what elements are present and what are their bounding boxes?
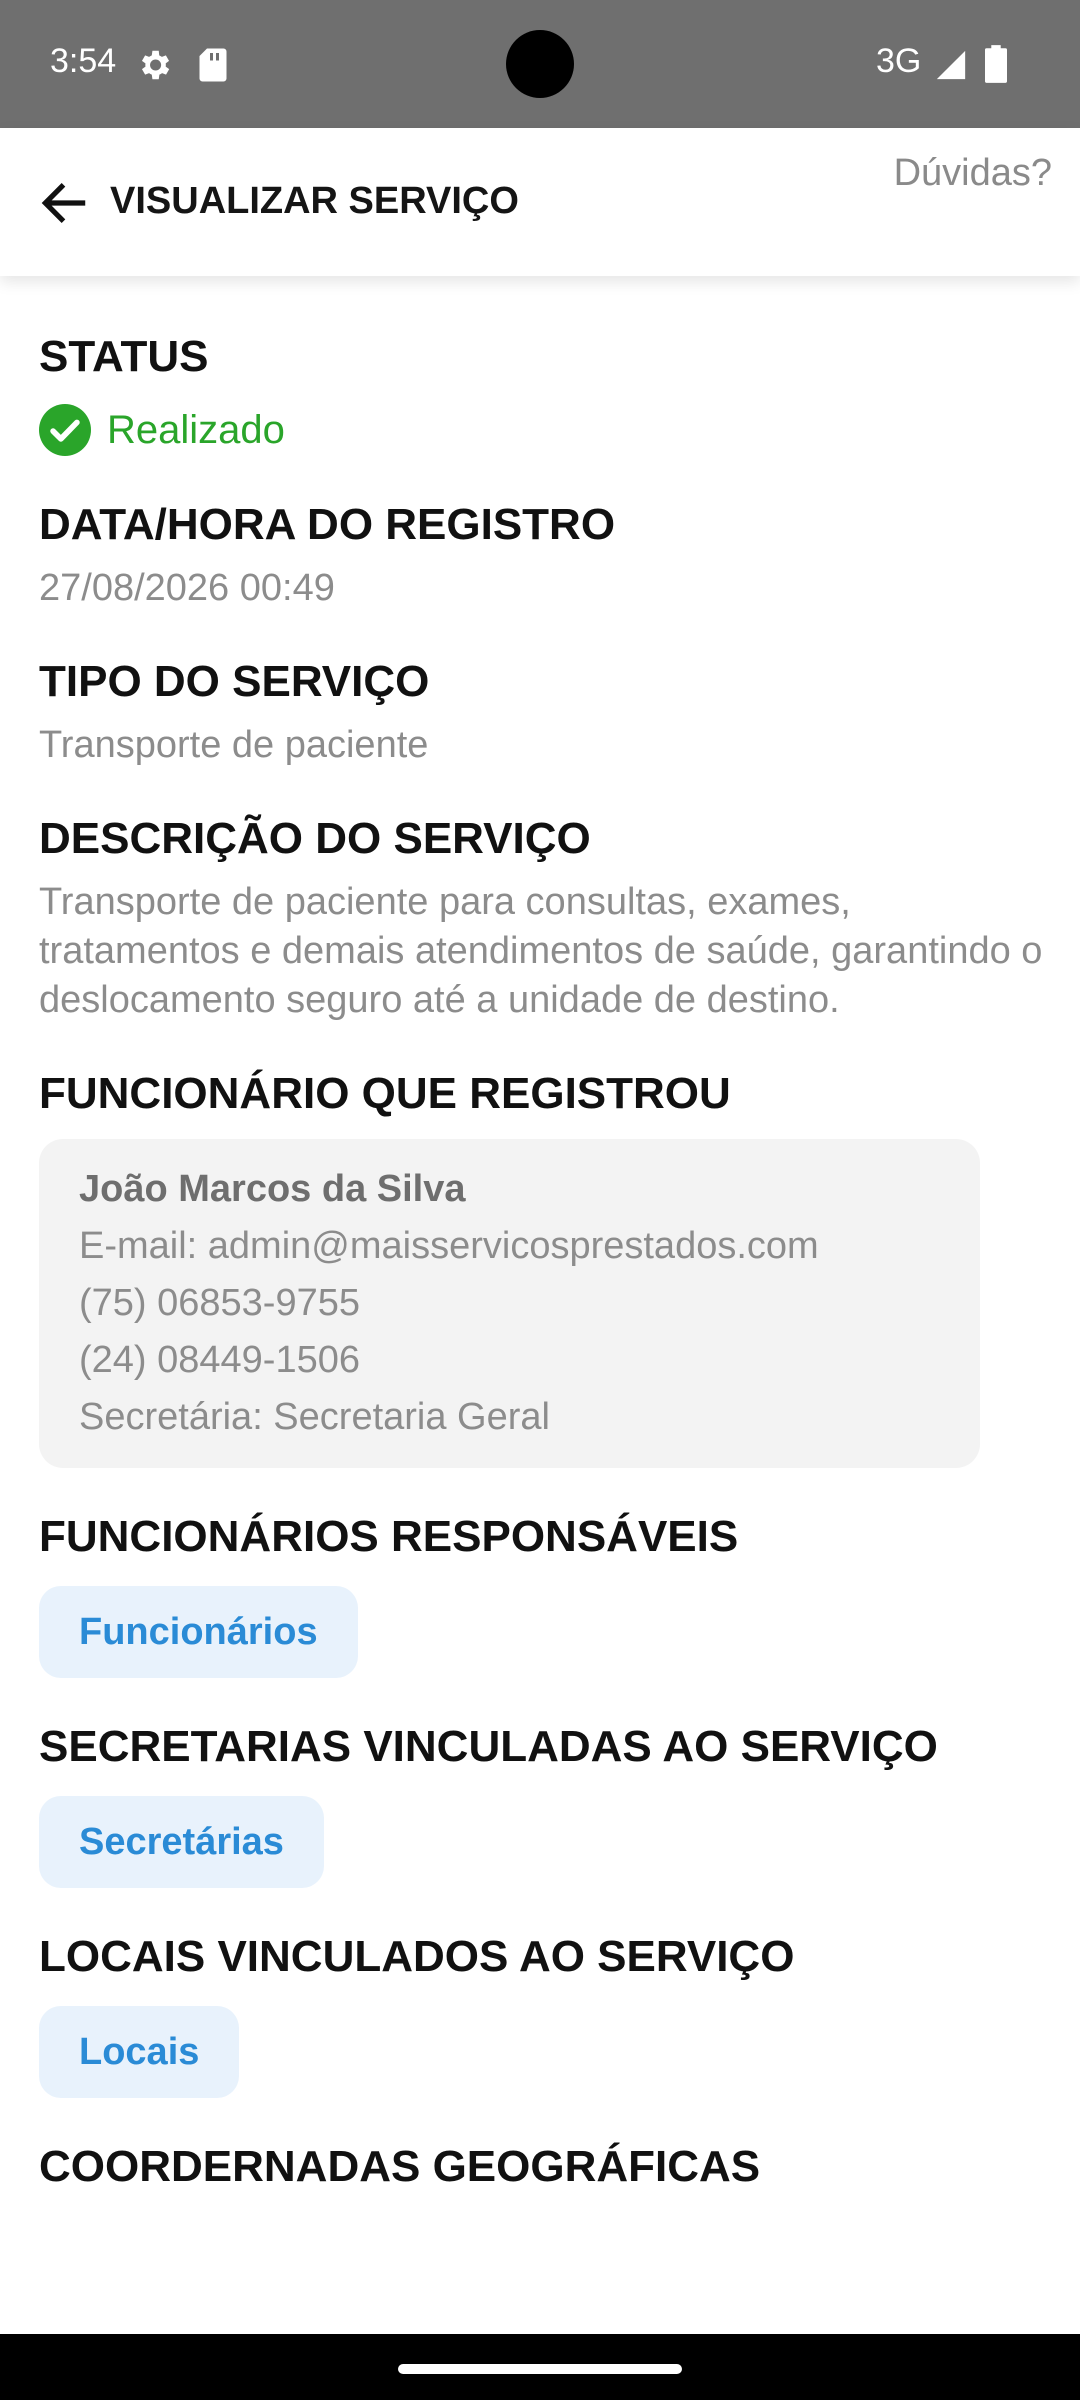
secretarias-button[interactable]: Secretárias bbox=[39, 1796, 324, 1888]
funcionario-phone-2: (24) 08449-1506 bbox=[79, 1339, 360, 1381]
status-time: 3:54 bbox=[50, 42, 117, 80]
status-row: Realizado bbox=[39, 404, 1049, 456]
responsaveis-section: FUNCIONÁRIOS RESPONSÁVEIS Funcionários bbox=[39, 1510, 1049, 1678]
funcionario-section: FUNCIONÁRIO QUE REGISTROU João Marcos da… bbox=[39, 1067, 1049, 1468]
funcionarios-button[interactable]: Funcionários bbox=[39, 1586, 358, 1678]
status-section: STATUS Realizado bbox=[39, 330, 1049, 456]
service-details: STATUS Realizado DATA/HORA DO REGISTRO 2… bbox=[39, 330, 1049, 2236]
funcionario-secretaria: Secretária: Secretaria Geral bbox=[79, 1396, 550, 1438]
signal-icon bbox=[936, 50, 966, 80]
descricao-value: Transporte de paciente para consultas, e… bbox=[39, 881, 1043, 1021]
secretarias-section: SECRETARIAS VINCULADAS AO SERVIÇO Secret… bbox=[39, 1720, 1049, 1888]
funcionario-card: João Marcos da Silva E-mail: admin@maiss… bbox=[39, 1139, 980, 1468]
responsaveis-label: FUNCIONÁRIOS RESPONSÁVEIS bbox=[39, 1512, 739, 1561]
status-value: Realizado bbox=[107, 407, 285, 452]
tipo-label: TIPO DO SERVIÇO bbox=[39, 657, 430, 706]
funcionario-label: FUNCIONÁRIO QUE REGISTROU bbox=[39, 1069, 731, 1118]
registro-section: DATA/HORA DO REGISTRO 27/08/2026 00:49 bbox=[39, 498, 1049, 613]
page-title: VISUALIZAR SERVIÇO bbox=[110, 180, 519, 222]
system-nav-bar bbox=[0, 2334, 1080, 2400]
registro-value: 27/08/2026 00:49 bbox=[39, 567, 335, 609]
help-link[interactable]: Dúvidas? bbox=[894, 152, 1052, 195]
coordenadas-section: COORDERNADAS GEOGRÁFICAS bbox=[39, 2140, 1049, 2194]
descricao-section: DESCRIÇÃO DO SERVIÇO Transporte de pacie… bbox=[39, 812, 1049, 1025]
registro-label: DATA/HORA DO REGISTRO bbox=[39, 500, 616, 549]
sd-card-icon bbox=[199, 48, 227, 82]
locais-label: LOCAIS VINCULADOS AO SERVIÇO bbox=[39, 1932, 795, 1981]
camera-cutout bbox=[506, 30, 574, 98]
locais-button[interactable]: Locais bbox=[39, 2006, 240, 2098]
secretarias-label: SECRETARIAS VINCULADAS AO SERVIÇO bbox=[39, 1722, 938, 1771]
app-bar: VISUALIZAR SERVIÇO Dúvidas? bbox=[0, 128, 1080, 276]
locais-section: LOCAIS VINCULADOS AO SERVIÇO Locais bbox=[39, 1930, 1049, 2098]
funcionario-name: João Marcos da Silva bbox=[79, 1168, 466, 1210]
settings-gear-icon bbox=[141, 50, 170, 80]
status-bar: 3:54 3G bbox=[0, 0, 1080, 128]
tipo-section: TIPO DO SERVIÇO Transporte de paciente bbox=[39, 655, 1049, 770]
battery-icon bbox=[985, 45, 1007, 83]
back-arrow-icon[interactable] bbox=[36, 175, 92, 231]
funcionario-phone-1: (75) 06853-9755 bbox=[79, 1282, 360, 1324]
network-type: 3G bbox=[876, 42, 922, 80]
tipo-value: Transporte de paciente bbox=[39, 724, 429, 766]
home-gesture-handle[interactable] bbox=[398, 2364, 682, 2374]
coordenadas-label: COORDERNADAS GEOGRÁFICAS bbox=[39, 2142, 761, 2191]
check-circle-icon bbox=[39, 404, 91, 456]
descricao-label: DESCRIÇÃO DO SERVIÇO bbox=[39, 814, 591, 863]
funcionario-email: E-mail: admin@maisservicosprestados.com bbox=[79, 1225, 819, 1267]
status-label: STATUS bbox=[39, 332, 209, 381]
